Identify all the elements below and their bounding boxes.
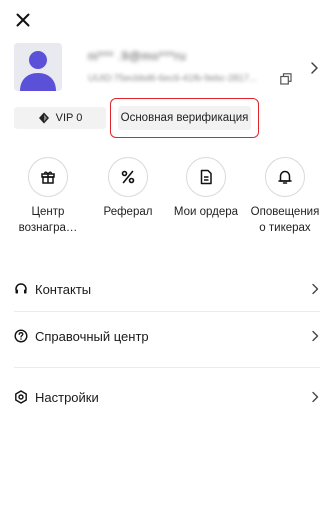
copy-icon[interactable] <box>280 73 292 85</box>
shortcut-label: Реферал <box>103 206 153 218</box>
percent-icon <box>121 170 135 184</box>
shortcuts-row: Центр вознагра… Реферал Мои ордера Опове… <box>0 157 334 247</box>
shortcut-referral[interactable]: Реферал <box>90 157 166 220</box>
close-icon <box>16 13 30 27</box>
vip-diamond-icon <box>38 112 49 124</box>
menu-label: Контакты <box>35 281 92 297</box>
close-button[interactable] <box>12 9 34 31</box>
shortcut-my-orders[interactable]: Мои ордера <box>168 157 244 220</box>
document-icon <box>200 169 212 185</box>
verification-highlight[interactable]: Основная верификация <box>110 98 259 138</box>
chevron-right-icon <box>312 283 319 295</box>
profile-card[interactable]: ni*** .9@mo***ru UUID:75ecbbd6-6ec6-41fb… <box>14 43 320 93</box>
verification-button[interactable]: Основная верификация <box>118 106 251 130</box>
chevron-right-icon[interactable] <box>308 61 320 75</box>
chevron-right-icon <box>312 391 319 403</box>
chevron-right-icon <box>312 330 319 342</box>
headset-icon <box>14 282 28 296</box>
user-email: ni*** .9@mo***ru <box>88 49 187 63</box>
help-circle-icon <box>14 329 28 343</box>
menu-item-help-center[interactable]: Справочный центр <box>14 323 320 349</box>
shortcut-icon-circle <box>108 157 148 197</box>
shortcut-label: Оповещения о тикерах <box>250 206 320 234</box>
user-avatar-icon <box>14 43 62 91</box>
gear-icon <box>14 390 28 404</box>
vip-label: VIP 0 <box>55 112 83 124</box>
divider <box>14 367 320 368</box>
gift-icon <box>41 171 55 184</box>
shortcut-ticker-alerts[interactable]: Оповещения о тикерах <box>247 157 323 236</box>
divider <box>14 311 320 312</box>
shortcut-icon-circle <box>186 157 226 197</box>
menu-item-contacts[interactable]: Контакты <box>14 276 320 302</box>
shortcut-rewards-center[interactable]: Центр вознагра… <box>10 157 86 236</box>
shortcut-label: Мои ордера <box>173 206 239 218</box>
verification-label: Основная верификация <box>120 112 249 124</box>
bell-icon <box>278 170 292 184</box>
shortcut-label: Центр вознагра… <box>18 206 78 234</box>
shortcut-icon-circle <box>265 157 305 197</box>
shortcut-icon-circle <box>28 157 68 197</box>
menu-label: Настройки <box>35 389 99 405</box>
avatar <box>14 43 62 91</box>
user-uid: UUID:75ecbbd6-6ec6-41fb-9ebc-2817... <box>88 73 257 84</box>
menu-label: Справочный центр <box>35 328 149 344</box>
menu-item-settings[interactable]: Настройки <box>14 384 320 410</box>
vip-badge[interactable]: VIP 0 <box>14 107 106 129</box>
